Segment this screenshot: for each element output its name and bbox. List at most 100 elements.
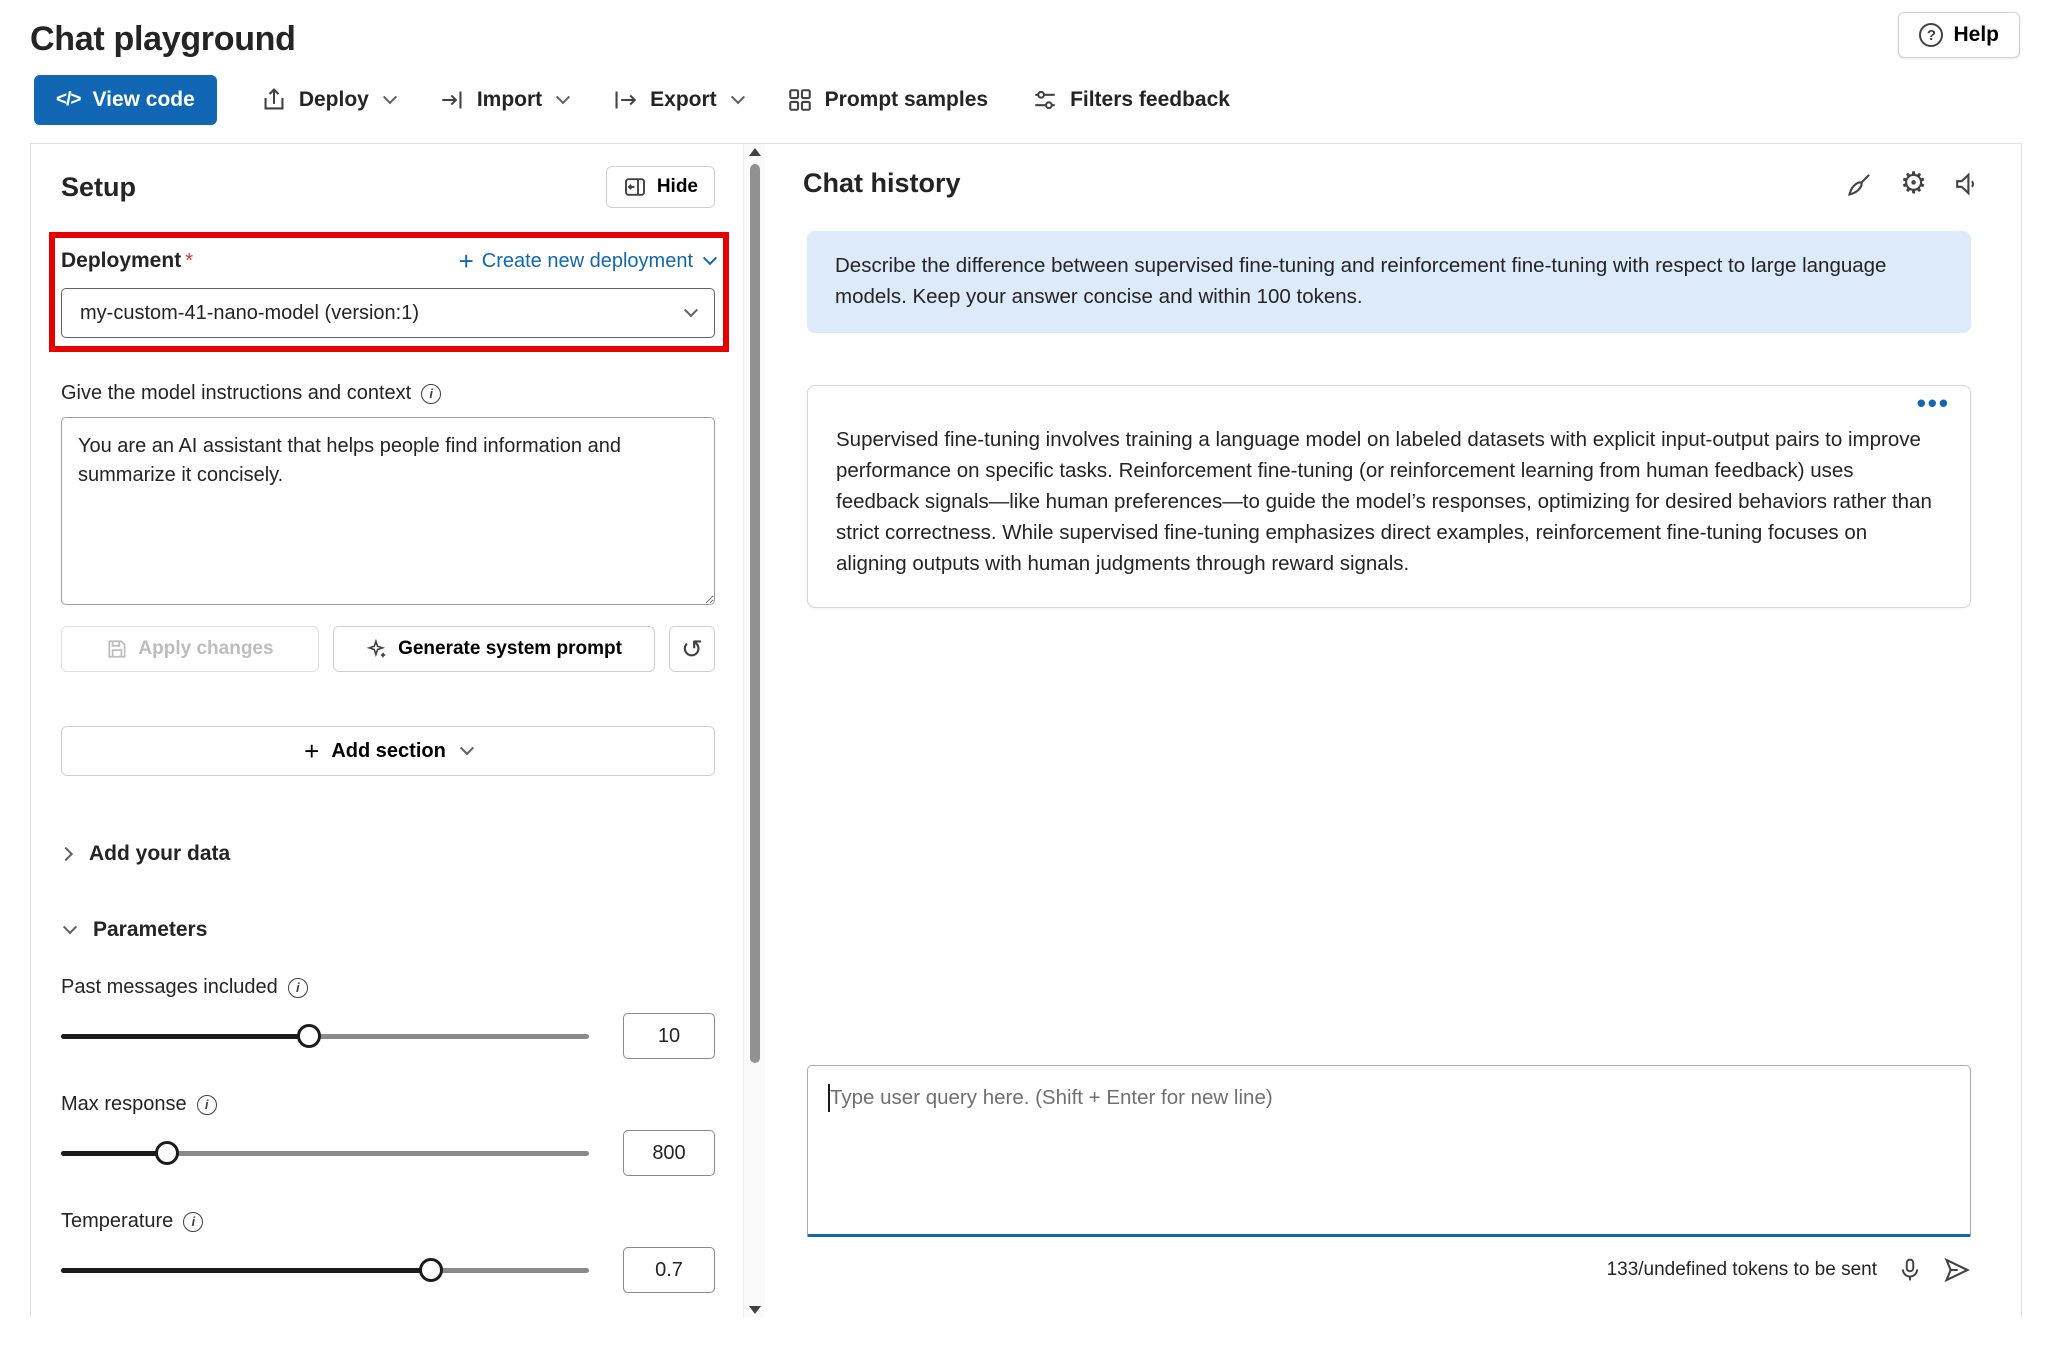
param-max-response: Max response i [61, 1093, 715, 1176]
settings-button[interactable]: ⚙ [1900, 166, 1927, 201]
create-new-deployment-button[interactable]: + Create new deployment [459, 248, 715, 274]
chevron-down-icon [703, 251, 717, 265]
import-icon [439, 87, 465, 113]
code-icon: </> [56, 89, 80, 111]
chat-panel: Chat history ⚙ Describe the differe [765, 144, 2021, 1318]
filters-feedback-label: Filters feedback [1070, 88, 1230, 112]
view-code-label: View code [92, 88, 194, 112]
deployment-select[interactable]: my-custom-41-nano-model (version:1) [61, 288, 715, 338]
grid-icon [787, 87, 813, 113]
prompt-samples-button[interactable]: Prompt samples [787, 87, 988, 113]
export-icon [612, 87, 638, 113]
info-icon[interactable]: i [288, 978, 308, 998]
generate-system-prompt-button[interactable]: Generate system prompt [333, 626, 655, 672]
chevron-down-icon [63, 920, 77, 934]
deployment-label: Deployment* [61, 249, 193, 273]
assistant-message: ••• Supervised fine-tuning involves trai… [807, 385, 1971, 609]
filters-feedback-button[interactable]: Filters feedback [1032, 87, 1230, 113]
gear-icon: ⚙ [1900, 166, 1927, 201]
microphone-button[interactable] [1897, 1257, 1923, 1283]
past-messages-slider[interactable] [61, 1022, 589, 1050]
required-asterisk: * [185, 250, 193, 272]
deploy-label: Deploy [299, 88, 369, 112]
clear-chat-button[interactable] [1846, 170, 1874, 198]
deploy-button[interactable]: Deploy [261, 87, 395, 113]
temperature-input[interactable] [623, 1247, 715, 1293]
assistant-message-text: Supervised fine-tuning involves training… [836, 428, 1932, 576]
chevron-down-icon [556, 90, 570, 104]
setup-title: Setup [61, 172, 136, 203]
speaker-icon [1953, 170, 1981, 198]
apply-changes-button[interactable]: Apply changes [61, 626, 319, 672]
chevron-right-icon [59, 847, 73, 861]
send-button[interactable] [1943, 1256, 1971, 1284]
user-message: Describe the difference between supervis… [807, 231, 1971, 333]
hide-button[interactable]: Hide [606, 166, 715, 208]
max-response-slider[interactable] [61, 1139, 589, 1167]
toolbar: </> View code Deploy Import Export Promp… [0, 67, 2052, 143]
help-icon: ? [1919, 23, 1943, 47]
setup-scrollbar[interactable] [743, 144, 765, 1318]
spacer [803, 608, 1981, 1065]
slider-thumb[interactable] [155, 1141, 179, 1165]
param-temperature: Temperature i [61, 1210, 715, 1293]
chat-input[interactable] [807, 1065, 1971, 1237]
text-caret [828, 1084, 830, 1112]
create-new-deployment-label: Create new deployment [482, 250, 693, 273]
scroll-down-icon[interactable] [749, 1306, 761, 1314]
instructions-label: Give the model instructions and context … [61, 382, 715, 405]
view-code-button[interactable]: </> View code [34, 75, 217, 125]
scroll-up-icon[interactable] [749, 148, 761, 156]
import-button[interactable]: Import [439, 87, 568, 113]
apply-changes-label: Apply changes [138, 638, 273, 660]
chat-footer: 133/undefined tokens to be sent [803, 1256, 1971, 1318]
prompt-samples-label: Prompt samples [825, 88, 988, 112]
hide-panel-icon [623, 175, 647, 199]
sparkle-icon [366, 638, 388, 660]
deploy-icon [261, 87, 287, 113]
parameters-toggle[interactable]: Parameters [61, 918, 715, 942]
import-label: Import [477, 88, 542, 112]
info-icon[interactable]: i [421, 384, 441, 404]
send-icon [1943, 1256, 1971, 1284]
max-response-input[interactable] [623, 1130, 715, 1176]
slider-thumb[interactable] [419, 1258, 443, 1282]
info-icon[interactable]: i [197, 1095, 217, 1115]
add-section-label: Add section [331, 740, 445, 763]
past-messages-input[interactable] [623, 1013, 715, 1059]
page-header: Chat playground ? Help [0, 0, 2052, 67]
deployment-section: Deployment* + Create new deployment my-c… [61, 248, 715, 338]
setup-panel: Setup Hide Deployment* + Create new depl… [31, 144, 743, 1318]
chevron-down-icon [731, 90, 745, 104]
param-label: Past messages included i [61, 976, 715, 999]
add-your-data-toggle[interactable]: Add your data [61, 842, 715, 866]
chevron-down-icon [383, 90, 397, 104]
temperature-slider[interactable] [61, 1256, 589, 1284]
filters-icon [1032, 87, 1058, 113]
add-your-data-label: Add your data [89, 842, 230, 866]
scrollbar-thumb[interactable] [750, 164, 760, 1063]
param-past-messages: Past messages included i [61, 976, 715, 1059]
undo-icon: ↺ [681, 634, 703, 665]
param-label: Max response i [61, 1093, 715, 1116]
plus-icon: + [459, 248, 474, 274]
chevron-down-icon [684, 303, 698, 317]
help-label: Help [1953, 23, 1999, 47]
undo-button[interactable]: ↺ [669, 626, 715, 672]
parameters-label: Parameters [93, 918, 207, 942]
main-content: Setup Hide Deployment* + Create new depl… [30, 143, 2022, 1318]
chat-messages: Describe the difference between supervis… [807, 231, 1971, 608]
more-options-button[interactable]: ••• [1917, 388, 1950, 419]
broom-icon [1846, 170, 1874, 198]
info-icon[interactable]: i [183, 1212, 203, 1232]
system-prompt-textarea[interactable]: You are an AI assistant that helps peopl… [61, 417, 715, 605]
page-title: Chat playground [30, 20, 2022, 59]
export-button[interactable]: Export [612, 87, 743, 113]
export-label: Export [650, 88, 717, 112]
save-icon [106, 638, 128, 660]
read-aloud-button[interactable] [1953, 170, 1981, 198]
add-section-button[interactable]: + Add section [61, 726, 715, 776]
help-button[interactable]: ? Help [1898, 12, 2020, 58]
slider-thumb[interactable] [297, 1024, 321, 1048]
microphone-icon [1897, 1257, 1923, 1283]
